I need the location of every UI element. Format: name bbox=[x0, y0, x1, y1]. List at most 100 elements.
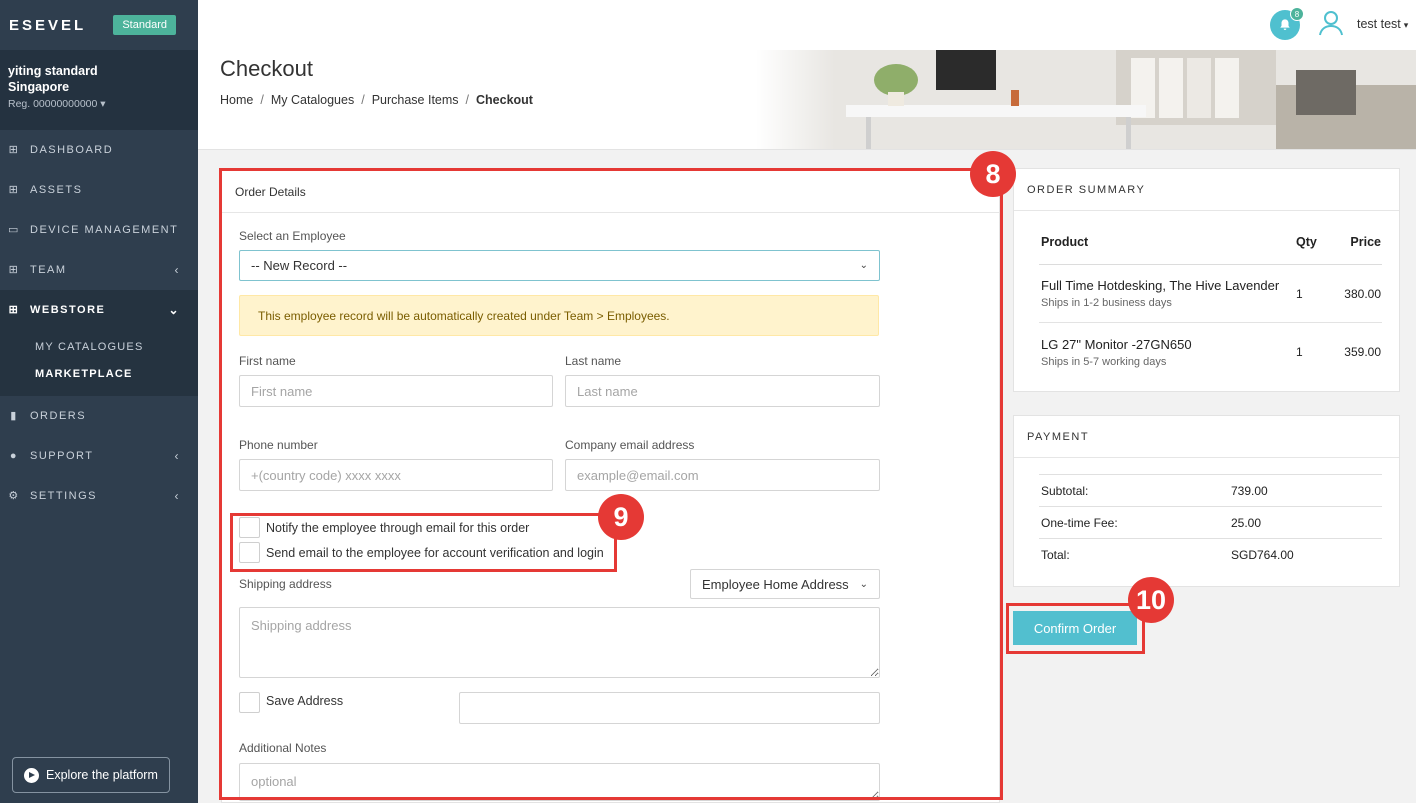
sidebar-item-label: ORDERS bbox=[30, 410, 87, 422]
breadcrumb-current: Checkout bbox=[476, 93, 533, 107]
sidebar-item-label: DASHBOARD bbox=[30, 144, 114, 156]
product-cell: LG 27" Monitor -27GN650 Ships in 5-7 wor… bbox=[1039, 337, 1296, 368]
chevron-down-icon: ▾ bbox=[100, 98, 106, 110]
sidebar-item-webstore[interactable]: ⊞ WEBSTORE ⌄ bbox=[0, 290, 198, 330]
payment-row-total: Total: SGD764.00 bbox=[1039, 538, 1382, 570]
column-product: Product bbox=[1041, 234, 1089, 249]
grid-icon: ⊞ bbox=[8, 304, 20, 316]
sidebar-nav-lower: ▮ ORDERS ● SUPPORT ‹ ⚙ SETTINGS ‹ bbox=[0, 396, 198, 516]
payment-value: 739.00 bbox=[1231, 483, 1268, 498]
users-cog-icon: ⚙ bbox=[8, 490, 20, 502]
page-header: Checkout Home / My Catalogues / Purchase Ite… bbox=[198, 50, 1416, 150]
esevel-logo[interactable]: ESEVEL bbox=[9, 17, 86, 34]
caret-down-icon: ▾ bbox=[1403, 20, 1409, 30]
info-icon: ● bbox=[9, 450, 19, 462]
notification-count-badge: 8 bbox=[1290, 7, 1304, 21]
sidebar-nav: ⊞ DASHBOARD ⊞ ASSETS ▭ DEVICE MANAGEMENT ⊞ T… bbox=[0, 130, 198, 330]
explore-label: Explore the platform bbox=[46, 768, 158, 782]
qty-cell: 1 bbox=[1296, 286, 1303, 301]
table-row: Full Time Hotdesking, The Hive Lavender … bbox=[1039, 265, 1382, 323]
column-qty: Qty bbox=[1296, 234, 1317, 249]
chevron-down-icon: ⌄ bbox=[168, 303, 180, 317]
laptop-icon: ▭ bbox=[8, 224, 20, 236]
column-price: Price bbox=[1350, 234, 1381, 249]
table-header: Product Qty Price bbox=[1039, 219, 1382, 265]
grid-icon: ⊞ bbox=[8, 144, 20, 156]
notifications-button[interactable]: 8 bbox=[1270, 7, 1304, 40]
sidebar-item-label: WEBSTORE bbox=[30, 304, 106, 316]
annotation-badge: 10 bbox=[1128, 577, 1174, 623]
payment-label: Subtotal: bbox=[1041, 483, 1089, 498]
payment-label: One-time Fee: bbox=[1041, 515, 1118, 530]
payment-panel: PAYMENT Subtotal: 739.00 One-time Fee: 25.… bbox=[1013, 415, 1400, 587]
breadcrumb-separator: / bbox=[465, 93, 470, 107]
chevron-left-icon: ‹ bbox=[174, 449, 180, 463]
sidebar-item-my-catalogues[interactable]: MY CATALOGUES bbox=[35, 334, 198, 361]
explore-platform-button[interactable]: Explore the platform bbox=[12, 757, 170, 793]
annotation-box-checkboxes bbox=[230, 513, 617, 572]
user-menu[interactable]: test test ▾ bbox=[1357, 17, 1408, 31]
sidebar-item-dashboard[interactable]: ⊞ DASHBOARD bbox=[0, 130, 198, 170]
breadcrumb-purchase-items[interactable]: Purchase Items bbox=[372, 93, 459, 107]
sidebar-item-assets[interactable]: ⊞ ASSETS bbox=[0, 170, 198, 210]
bell-icon bbox=[1280, 19, 1290, 30]
breadcrumb-separator: / bbox=[361, 93, 365, 107]
office-banner-image bbox=[756, 50, 1416, 149]
user-name-label: test test bbox=[1357, 17, 1401, 31]
qty-cell: 1 bbox=[1296, 345, 1303, 359]
grid-icon: ⊞ bbox=[8, 264, 20, 276]
breadcrumb-home[interactable]: Home bbox=[220, 93, 253, 107]
sidebar-item-marketplace[interactable]: MARKETPLACE bbox=[35, 361, 198, 388]
price-cell: 380.00 bbox=[1344, 286, 1381, 301]
breadcrumb-my-catalogues[interactable]: My Catalogues bbox=[271, 93, 354, 107]
breadcrumb-separator: / bbox=[260, 93, 264, 107]
table-row: LG 27" Monitor -27GN650 Ships in 5-7 wor… bbox=[1039, 323, 1382, 381]
annotation-box-confirm bbox=[1006, 603, 1145, 654]
account-switcher[interactable]: yiting standard Singapore Reg. 000000000… bbox=[0, 50, 198, 130]
account-country: Singapore bbox=[8, 80, 70, 94]
payment-value: 25.00 bbox=[1231, 515, 1262, 530]
sidebar: ESEVEL Standard yiting standard Singapor… bbox=[0, 0, 198, 803]
sidebar-item-orders[interactable]: ▮ ORDERS bbox=[0, 396, 198, 436]
price-cell: 359.00 bbox=[1344, 345, 1381, 359]
sidebar-item-label: SETTINGS bbox=[30, 490, 98, 502]
chevron-left-icon: ‹ bbox=[174, 263, 180, 277]
brand-bar: ESEVEL Standard bbox=[0, 0, 198, 50]
annotation-badge: 8 bbox=[970, 151, 1016, 197]
annotation-badge: 9 bbox=[598, 494, 644, 540]
topbar: 8 test test ▾ bbox=[198, 0, 1416, 50]
sidebar-item-label: ASSETS bbox=[30, 184, 83, 196]
chevron-left-icon: ‹ bbox=[174, 489, 180, 503]
account-reg: Reg. 00000000000 ▾ bbox=[8, 98, 106, 110]
annotation-box-order-details bbox=[219, 168, 1003, 800]
account-name: yiting standard bbox=[8, 64, 98, 78]
shipping-estimate: Ships in 5-7 working days bbox=[1041, 355, 1167, 368]
sidebar-item-label: DEVICE MANAGEMENT bbox=[30, 224, 179, 236]
sidebar-item-label: SUPPORT bbox=[30, 450, 94, 462]
document-icon: ▮ bbox=[10, 410, 18, 422]
payment-title: PAYMENT bbox=[1014, 416, 1399, 458]
plan-badge: Standard bbox=[113, 15, 176, 35]
sidebar-item-settings[interactable]: ⚙ SETTINGS ‹ bbox=[0, 476, 198, 516]
payment-row-subtotal: Subtotal: 739.00 bbox=[1039, 474, 1382, 506]
play-icon bbox=[24, 767, 39, 783]
grid-icon: ⊞ bbox=[8, 184, 20, 196]
webstore-subnav: MY CATALOGUES MARKETPLACE bbox=[0, 330, 198, 396]
order-summary-table: Product Qty Price Full Time Hotdesking, … bbox=[1039, 219, 1382, 381]
product-name: LG 27" Monitor -27GN650 bbox=[1041, 336, 1192, 352]
breadcrumb: Home / My Catalogues / Purchase Items / Checko… bbox=[220, 93, 533, 107]
sidebar-item-device-management[interactable]: ▭ DEVICE MANAGEMENT bbox=[0, 210, 198, 250]
sidebar-item-team[interactable]: ⊞ TEAM ‹ bbox=[0, 250, 198, 290]
order-summary-panel: ORDER SUMMARY Product Qty Price Full Tim… bbox=[1013, 168, 1400, 392]
product-name: Full Time Hotdesking, The Hive Lavender bbox=[1041, 278, 1280, 293]
sidebar-item-support[interactable]: ● SUPPORT ‹ bbox=[0, 436, 198, 476]
payment-value: SGD764.00 bbox=[1231, 547, 1294, 562]
product-cell: Full Time Hotdesking, The Hive Lavender … bbox=[1039, 278, 1296, 309]
payment-row-fee: One-time Fee: 25.00 bbox=[1039, 506, 1382, 538]
user-avatar-icon[interactable] bbox=[1318, 10, 1344, 36]
order-summary-title: ORDER SUMMARY bbox=[1014, 169, 1399, 211]
sidebar-item-label: TEAM bbox=[30, 264, 67, 276]
shipping-estimate: Ships in 1-2 business days bbox=[1041, 297, 1172, 309]
page-title: Checkout bbox=[220, 56, 313, 81]
payment-label: Total: bbox=[1041, 547, 1070, 562]
